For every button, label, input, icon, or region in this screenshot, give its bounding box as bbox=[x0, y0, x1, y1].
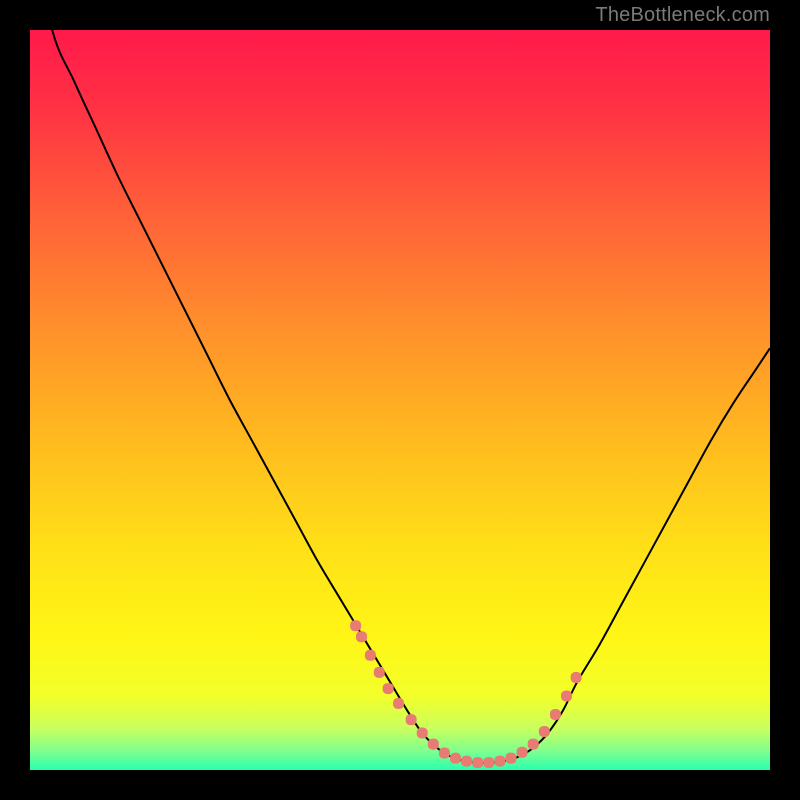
curve-marker bbox=[461, 756, 472, 767]
chart-svg bbox=[30, 30, 770, 770]
curve-marker bbox=[350, 620, 361, 631]
curve-marker bbox=[374, 667, 385, 678]
curve-marker bbox=[550, 709, 561, 720]
curve-marker bbox=[472, 757, 483, 768]
curve-marker bbox=[571, 672, 582, 683]
watermark-text: TheBottleneck.com bbox=[595, 4, 770, 27]
curve-marker bbox=[406, 714, 417, 725]
curve-marker bbox=[383, 683, 394, 694]
chart-container: TheBottleneck.com bbox=[0, 0, 800, 800]
plot-area bbox=[30, 30, 770, 770]
curve-marker bbox=[528, 739, 539, 750]
curve-marker bbox=[356, 631, 367, 642]
curve-marker bbox=[517, 747, 528, 758]
curve-marker bbox=[450, 753, 461, 764]
curve-marker bbox=[393, 698, 404, 709]
curve-marker bbox=[439, 747, 450, 758]
curve-marker bbox=[365, 650, 376, 661]
curve-marker bbox=[417, 728, 428, 739]
curve-marker bbox=[483, 757, 494, 768]
curve-marker bbox=[561, 691, 572, 702]
curve-marker bbox=[494, 756, 505, 767]
gradient-background bbox=[30, 30, 770, 770]
curve-marker bbox=[539, 726, 550, 737]
curve-marker bbox=[506, 753, 517, 764]
curve-marker bbox=[428, 739, 439, 750]
